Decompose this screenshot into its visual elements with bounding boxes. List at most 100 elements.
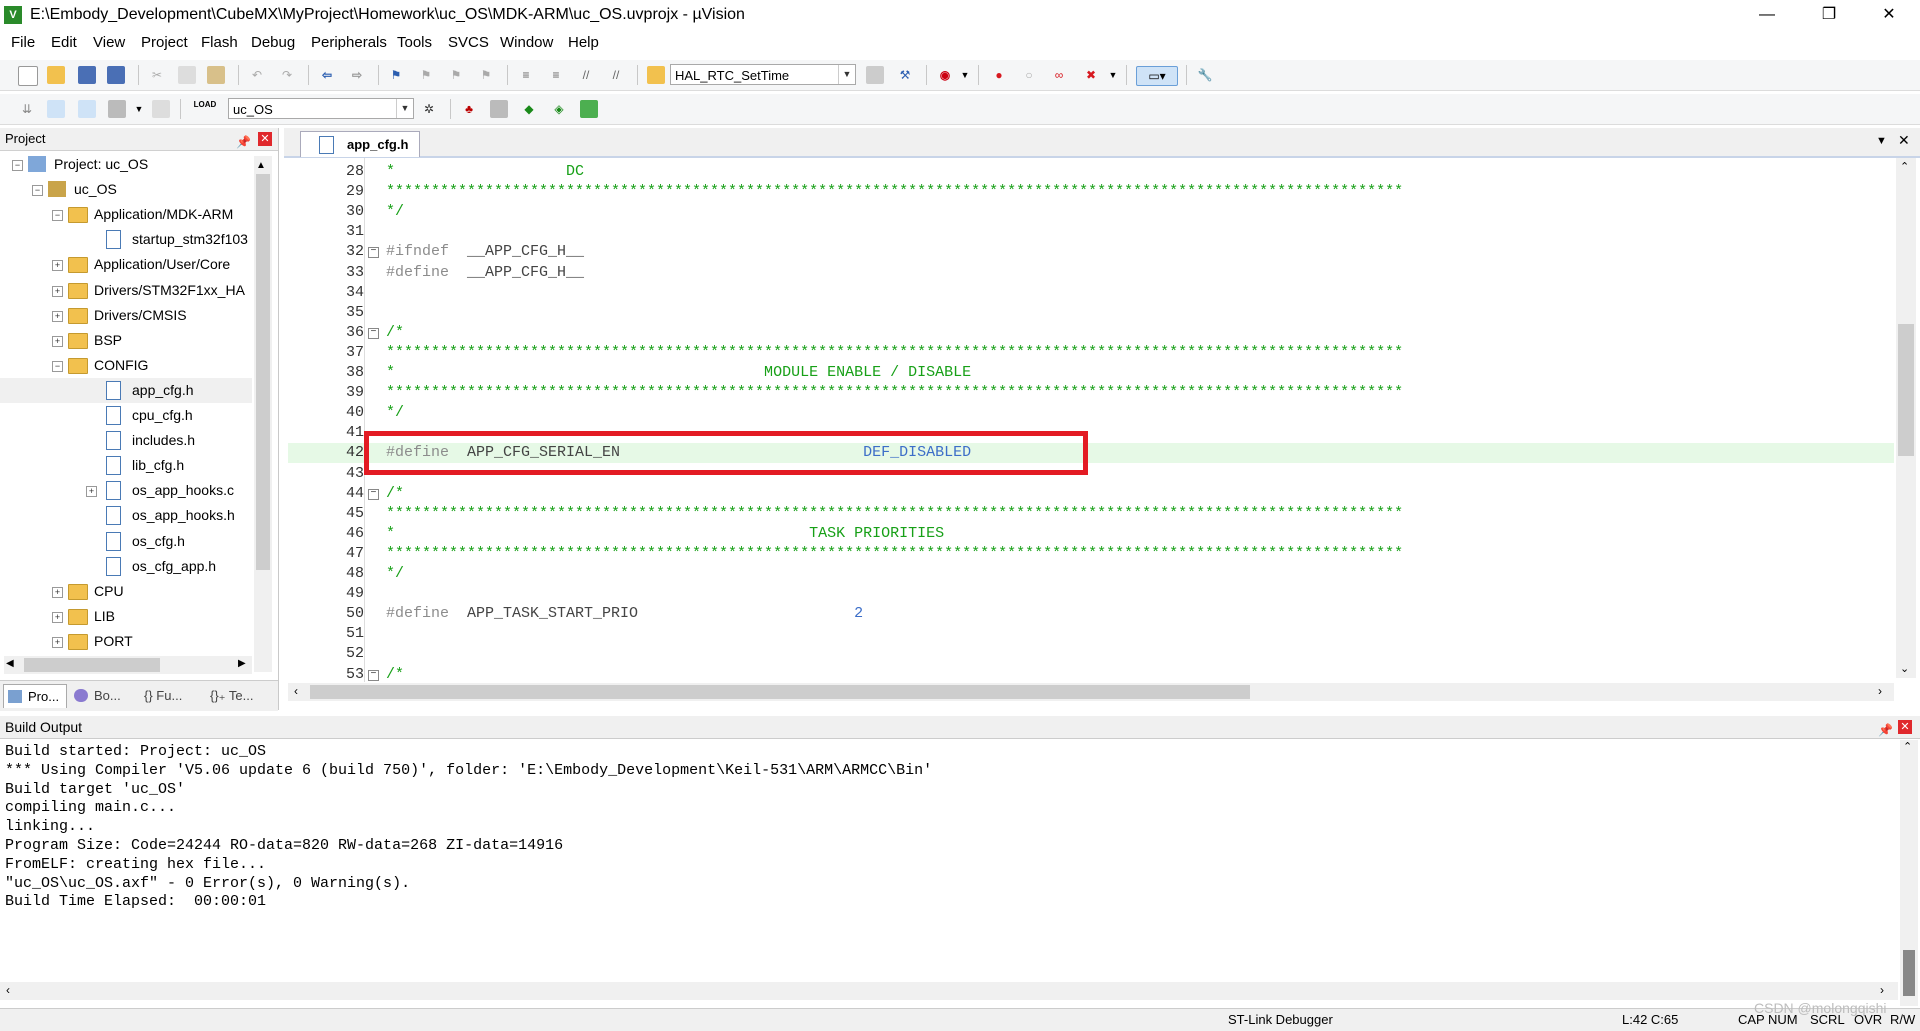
code-line[interactable]: 38 * MODULE ENABLE / DISABLE (288, 363, 1894, 383)
code-line[interactable]: 31 (288, 222, 1894, 242)
menu-edit[interactable]: Edit (51, 34, 77, 51)
expand-icon[interactable]: + (52, 611, 63, 623)
target-combo[interactable]: uc_OS ▼ (228, 98, 414, 119)
find-icon[interactable] (866, 66, 884, 84)
chevron-down-icon[interactable]: ▼ (838, 65, 855, 84)
tree-project-item[interactable]: − Project: uc_OS (0, 152, 252, 177)
stop-build-icon[interactable] (152, 100, 170, 118)
collapse-icon[interactable]: − (12, 160, 23, 171)
translate-icon[interactable]: ⇊ (18, 100, 36, 118)
tree-folder-item[interactable]: − Application/MDK-ARM (0, 202, 252, 227)
scroll-up-icon[interactable]: ⌃ (1900, 160, 1909, 173)
save-all-icon[interactable] (107, 66, 125, 84)
manage-run-time-environment-icon[interactable]: ◆ (520, 100, 538, 118)
insert-breakpoint-icon[interactable]: ● (990, 66, 1008, 84)
tree-folder-item[interactable]: + LIB (0, 604, 252, 629)
manage-project-items-icon[interactable]: ♣ (460, 100, 478, 118)
configure-icon[interactable]: 🔧 (1196, 66, 1214, 84)
tab-app-cfg-h[interactable]: app_cfg.h (300, 131, 420, 157)
tree-folder-item[interactable]: + Drivers/STM32F1xx_HA (0, 278, 252, 303)
code-line[interactable]: 35 (288, 303, 1894, 323)
tab-books[interactable]: Bo... (70, 684, 134, 708)
fold-collapse-icon[interactable]: − (368, 327, 379, 339)
code-line[interactable]: 28 * DC (288, 162, 1894, 182)
paste-icon[interactable] (207, 66, 225, 84)
select-packs-icon[interactable] (490, 100, 508, 118)
scroll-thumb[interactable] (24, 658, 160, 672)
menu-svcs[interactable]: SVCS (448, 34, 489, 51)
uncomment-icon[interactable]: // (607, 66, 625, 84)
software-packs-icon[interactable] (580, 100, 598, 118)
tree-file-item[interactable]: + os_app_hooks.c (0, 478, 252, 503)
editor-horizontal-scrollbar[interactable]: ‹ › (288, 683, 1894, 701)
menu-debug[interactable]: Debug (251, 34, 295, 51)
code-line[interactable]: 48 */ (288, 564, 1894, 584)
code-line[interactable]: 47 **************************************… (288, 544, 1894, 564)
scroll-thumb[interactable] (1898, 324, 1914, 456)
collapse-icon[interactable]: − (32, 185, 43, 197)
tree-file-item[interactable]: os_app_hooks.h (0, 503, 252, 528)
build-horizontal-scrollbar[interactable]: ‹ › (0, 982, 1898, 1000)
unindent-icon[interactable]: ≡ (547, 66, 565, 84)
build-icon[interactable] (47, 100, 65, 118)
load-icon[interactable]: LOAD (192, 100, 218, 118)
menu-tools[interactable]: Tools (397, 34, 432, 51)
code-line[interactable]: 45 **************************************… (288, 504, 1894, 524)
close-icon[interactable]: ✕ (1898, 720, 1912, 734)
tree-file-item[interactable]: os_cfg_app.h (0, 554, 252, 579)
save-icon[interactable] (78, 66, 96, 84)
tree-file-item[interactable]: os_cfg.h (0, 529, 252, 554)
expand-icon[interactable]: + (52, 285, 63, 297)
code-line[interactable]: 49 (288, 584, 1894, 604)
editor-vertical-scrollbar[interactable]: ⌃ ⌄ (1896, 158, 1916, 678)
scroll-thumb[interactable] (310, 685, 1250, 699)
collapse-icon[interactable]: − (52, 360, 63, 372)
menu-flash[interactable]: Flash (201, 34, 238, 51)
chevron-down-icon[interactable]: ▼ (396, 99, 413, 118)
minimize-button[interactable]: — (1744, 0, 1790, 30)
fold-collapse-icon[interactable]: − (368, 247, 379, 259)
pin-icon[interactable]: 📌 (236, 131, 251, 153)
indent-icon[interactable]: ≡ (517, 66, 535, 84)
scroll-right-icon[interactable]: › (1878, 684, 1882, 698)
code-line[interactable]: 34 (288, 283, 1894, 303)
tab-functions[interactable]: {} Fu... (138, 684, 202, 708)
code-line[interactable]: 29 **************************************… (288, 182, 1894, 202)
tree-folder-item[interactable]: + BSP (0, 328, 252, 353)
code-line[interactable]: 44−/* (288, 484, 1894, 504)
chevron-down-icon[interactable]: ▼ (1104, 66, 1122, 84)
expand-icon[interactable]: + (52, 260, 63, 272)
menu-help[interactable]: Help (568, 34, 599, 51)
target-options-icon[interactable]: ✲ (420, 100, 438, 118)
close-editor-icon[interactable]: ✕ (1898, 132, 1910, 149)
kill-breakpoints-icon[interactable]: ✖ (1082, 66, 1100, 84)
open-file-icon[interactable] (47, 66, 65, 84)
fold-collapse-icon[interactable]: − (368, 669, 379, 681)
tree-file-item[interactable]: includes.h (0, 428, 252, 453)
redo-icon[interactable]: ↷ (278, 66, 296, 84)
scroll-up-icon[interactable]: ▲ (256, 160, 266, 171)
tab-project[interactable]: Pro... (3, 684, 67, 708)
debug-session-icon[interactable]: ◉ (936, 66, 954, 84)
code-line[interactable]: 32− #ifndef __APP_CFG_H__ (288, 242, 1894, 262)
scroll-thumb[interactable] (1903, 950, 1915, 996)
scroll-left-icon[interactable]: ‹ (6, 983, 10, 997)
tree-folder-item[interactable]: + Drivers/CMSIS (0, 303, 252, 328)
navigate-forward-icon[interactable]: ⇨ (348, 66, 366, 84)
new-file-icon[interactable] (18, 66, 38, 86)
expand-icon[interactable]: + (52, 310, 63, 322)
pack-installer-icon[interactable]: ◈ (550, 100, 568, 118)
expand-icon[interactable]: + (52, 335, 63, 347)
code-line[interactable]: 40 */ (288, 403, 1894, 423)
close-button[interactable]: ✕ (1866, 0, 1912, 30)
chevron-down-icon[interactable]: ▼ (956, 66, 974, 84)
scroll-up-icon[interactable]: ⌃ (1903, 740, 1912, 753)
tree-folder-item[interactable]: + PORT (0, 629, 252, 654)
tree-file-item[interactable]: startup_stm32f103 (0, 227, 252, 252)
code-line[interactable]: 46 * TASK PRIORITIES (288, 524, 1894, 544)
cut-icon[interactable]: ✂ (148, 66, 166, 84)
next-bookmark-icon[interactable]: ⚑ (447, 66, 465, 84)
tree-folder-item[interactable]: + Application/User/Core (0, 252, 252, 277)
scroll-thumb[interactable] (256, 174, 270, 570)
code-line[interactable]: 50 #define APP_TASK_START_PRIO 2 (288, 604, 1894, 624)
